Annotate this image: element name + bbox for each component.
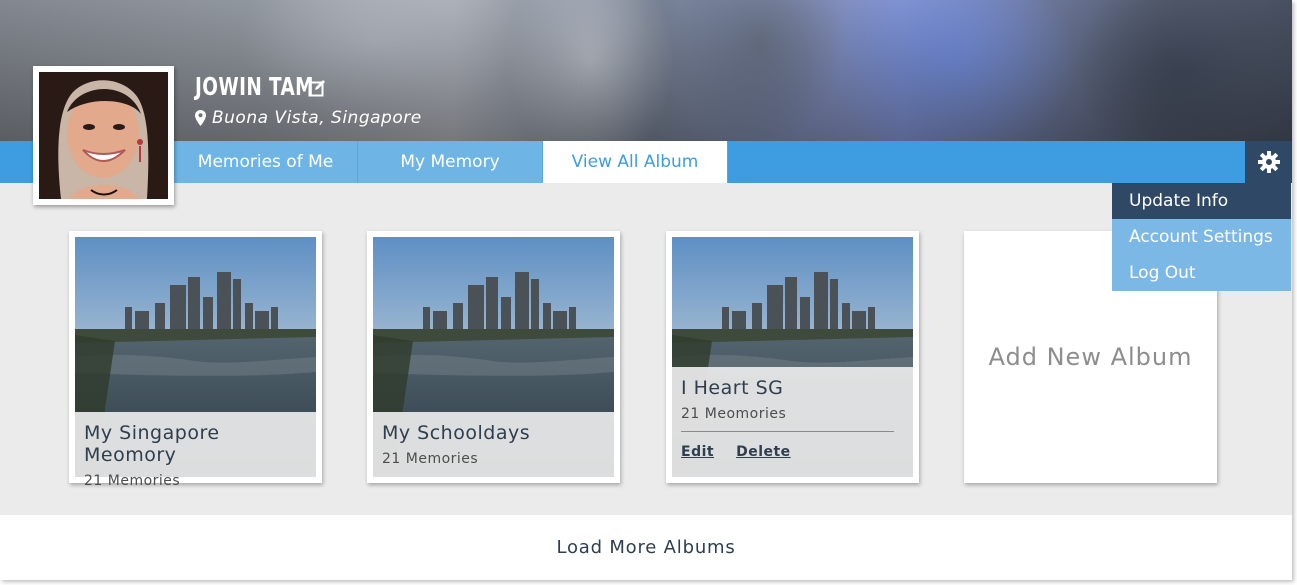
settings-button[interactable] — [1245, 141, 1292, 183]
album-title: I Heart SG — [681, 377, 784, 399]
edit-icon[interactable] — [308, 79, 326, 97]
album-card[interactable]: My Schooldays 21 Memories — [367, 231, 620, 483]
album-title: My Schooldays — [382, 422, 531, 444]
album-actions: Edit Delete — [681, 444, 904, 460]
cover-photo — [0, 0, 1292, 141]
tab-my-memory[interactable]: My Memory — [358, 141, 543, 183]
gear-icon — [1257, 151, 1280, 173]
tab-memories-of-me[interactable]: Memories of Me — [174, 141, 358, 183]
album-card[interactable]: I Heart SG 21 Meomories Edit Delete — [666, 231, 919, 483]
profile-nav-bar: Memories of Me My Memory View All Album — [0, 141, 1292, 183]
menu-item-log-out[interactable]: Log Out — [1112, 255, 1291, 291]
album-title: My Singapore Meomory — [84, 422, 220, 466]
settings-dropdown: Update Info Account Settings Log Out — [1112, 183, 1291, 291]
edit-album-link[interactable]: Edit — [681, 444, 714, 460]
album-card[interactable]: My Singapore Meomory 21 Memories — [69, 231, 322, 489]
album-caption: I Heart SG 21 Meomories Edit Delete — [672, 367, 913, 477]
tab-view-all-album[interactable]: View All Album — [543, 141, 728, 183]
album-count: 21 Meomories — [681, 406, 787, 422]
caption-divider — [681, 431, 894, 432]
album-caption: My Singapore Meomory 21 Memories — [75, 412, 316, 489]
delete-album-link[interactable]: Delete — [736, 444, 791, 460]
profile-location: Buona Vista, Singapore — [195, 108, 422, 128]
avatar[interactable] — [33, 66, 174, 205]
album-count: 21 Memories — [84, 473, 181, 489]
album-caption: My Schooldays 21 Memories — [373, 412, 614, 477]
add-new-album-label: Add New Album — [988, 343, 1193, 371]
location-text: Buona Vista, Singapore — [212, 108, 422, 128]
album-count: 21 Memories — [382, 451, 479, 467]
map-pin-icon — [195, 110, 206, 126]
menu-item-account-settings[interactable]: Account Settings — [1112, 219, 1291, 255]
profile-name: JOWIN TAM — [195, 72, 314, 101]
avatar-photo — [39, 72, 168, 199]
profile-page: JOWIN TAM Buona Vista, Singapore Memorie… — [0, 0, 1292, 580]
load-more-albums-button[interactable]: Load More Albums — [0, 515, 1292, 580]
menu-item-update-info[interactable]: Update Info — [1112, 183, 1291, 219]
